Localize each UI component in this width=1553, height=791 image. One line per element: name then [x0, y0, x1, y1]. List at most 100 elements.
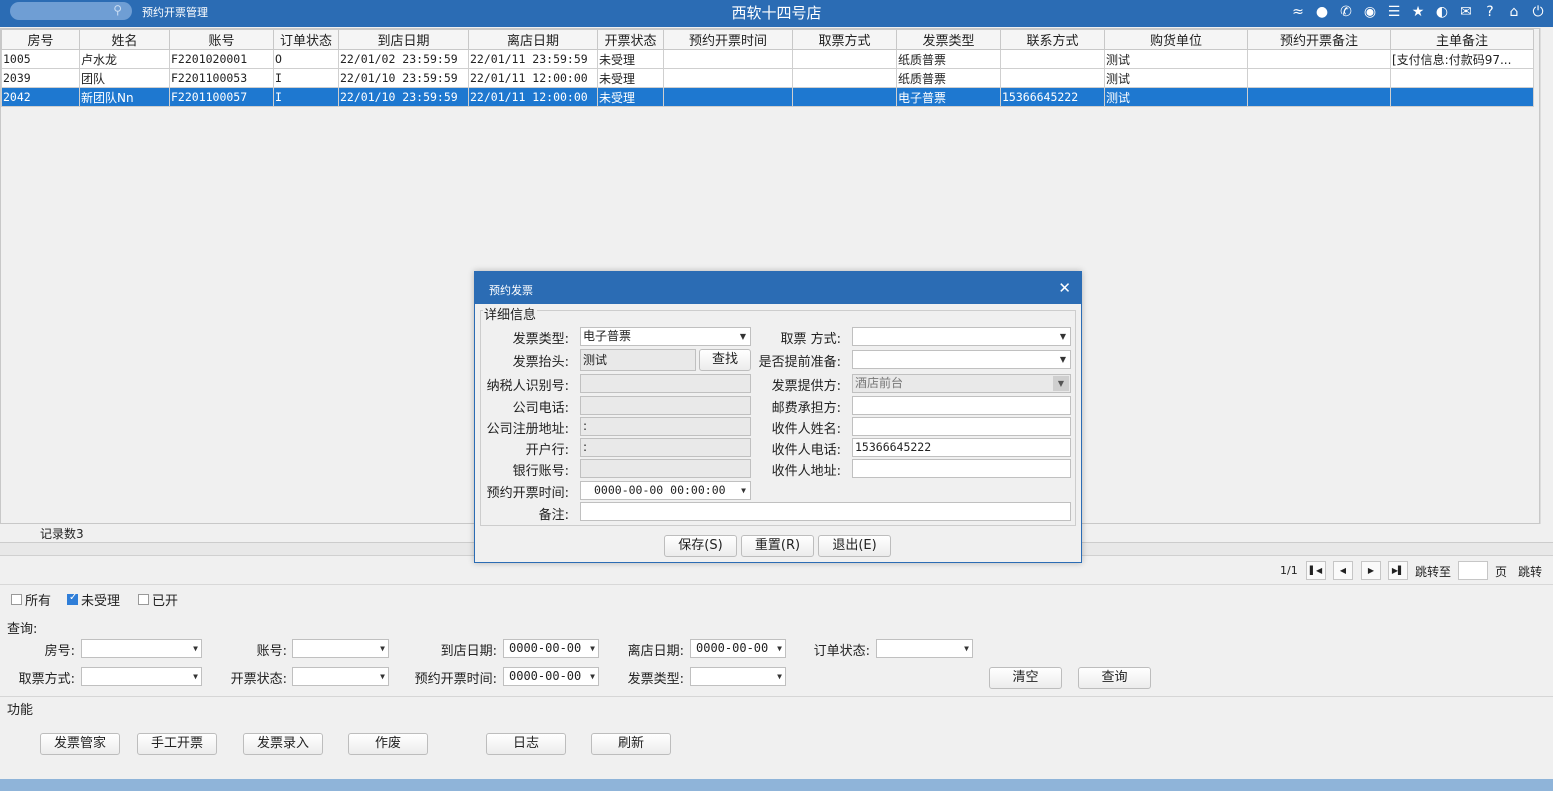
receiver-phone-field[interactable]: 15366645222 [852, 438, 1071, 457]
refresh-button[interactable]: 刷新 [591, 733, 671, 755]
order-status-combo[interactable]: ▼ [876, 639, 973, 658]
help-icon[interactable]: ? [1481, 3, 1499, 21]
exit-button[interactable]: 退出(E) [818, 535, 891, 557]
table-row[interactable]: 2039 团队 F2201100053 I 22/01/10 23:59:59 … [1, 68, 1534, 88]
prev-page-button[interactable]: ◀ [1333, 561, 1353, 580]
last-page-button[interactable]: ▶▌ [1388, 561, 1408, 580]
departure-date-picker[interactable]: 0000-00-00 ▼ [690, 639, 786, 658]
log-button[interactable]: 日志 [486, 733, 566, 755]
company-phone-field[interactable] [580, 396, 751, 415]
clear-button[interactable]: 清空 [989, 667, 1062, 689]
issued-checkbox[interactable] [138, 594, 149, 605]
reset-button[interactable]: 重置(R) [741, 535, 814, 557]
cell-pickup [792, 87, 897, 107]
cell-room: 1005 [1, 49, 80, 69]
chevron-down-icon: ▼ [193, 672, 198, 681]
all-checkbox[interactable] [11, 594, 22, 605]
invoice-entry-button[interactable]: 发票录入 [243, 733, 323, 755]
bank-account-field[interactable] [580, 459, 751, 478]
palette-icon[interactable]: ◉ [1361, 3, 1379, 21]
scheduled-time-value: 0000-00-00 00:00:00 [594, 483, 726, 497]
reg-address-field[interactable]: : [580, 417, 751, 436]
phone-icon[interactable]: ✆ [1337, 3, 1355, 21]
column-header[interactable]: 预约开票时间 [663, 29, 793, 50]
chevron-down-icon: ▼ [964, 644, 969, 653]
contrast-icon[interactable]: ◐ [1433, 3, 1451, 21]
status-strip [0, 779, 1553, 791]
chevron-down-icon: ▼ [380, 672, 385, 681]
taxpayer-id-field[interactable] [580, 374, 751, 393]
invoice-header-field[interactable]: 测试 [580, 349, 696, 371]
cell-main-remark [1390, 68, 1534, 88]
manual-invoice-button[interactable]: 手工开票 [137, 733, 217, 755]
star-icon[interactable]: ★ [1409, 3, 1427, 21]
filter-pending[interactable]: 未受理 [67, 590, 120, 609]
column-header[interactable]: 联系方式 [1000, 29, 1105, 50]
save-button[interactable]: 保存(S) [664, 535, 737, 557]
void-button[interactable]: 作废 [348, 733, 428, 755]
remark-field[interactable] [580, 502, 1071, 521]
menu-icon[interactable]: ☰ [1385, 3, 1403, 21]
column-header[interactable]: 预约开票备注 [1247, 29, 1391, 50]
column-header[interactable]: 发票类型 [896, 29, 1001, 50]
table-row-selected[interactable]: 2042 新团队Nn F2201100057 I 22/01/10 23:59:… [1, 87, 1534, 107]
prepare-ahead-select[interactable]: ▼ [852, 350, 1071, 369]
cell-departure: 22/01/11 12:00:00 [468, 68, 598, 88]
invoice-type-combo[interactable]: ▼ [690, 667, 786, 686]
filter-issued[interactable]: 已开 [138, 590, 178, 609]
cell-buyer: 测试 [1104, 87, 1248, 107]
postage-field[interactable] [852, 396, 1071, 415]
receiver-name-field[interactable] [852, 417, 1071, 436]
first-page-button[interactable]: ▌◀ [1306, 561, 1326, 580]
scheduled-time-label: 预约开票时间: [486, 486, 569, 501]
mail-icon[interactable]: ✉ [1457, 3, 1475, 21]
lookup-button[interactable]: 查找 [699, 349, 751, 371]
column-header[interactable]: 开票状态 [597, 29, 664, 50]
close-icon[interactable]: ✕ [1058, 279, 1071, 297]
home-icon[interactable]: ⌂ [1505, 3, 1523, 21]
jump-button[interactable]: 跳转 [1518, 563, 1542, 580]
invoice-manager-button[interactable]: 发票管家 [40, 733, 120, 755]
scheduled-time-picker[interactable]: 0000-00-00 ▼ [503, 667, 599, 686]
invoice-type-select[interactable]: 电子普票 ▼ [580, 327, 751, 346]
provider-select[interactable]: 酒店前台 ▼ [852, 374, 1071, 393]
search-button[interactable]: 查询 [1078, 667, 1151, 689]
grid-vertical-scrollbar[interactable] [1540, 28, 1553, 524]
receiver-address-field[interactable] [852, 459, 1071, 478]
column-header[interactable]: 到店日期 [338, 29, 469, 50]
cell-room: 2042 [1, 87, 80, 107]
column-header[interactable]: 订单状态 [273, 29, 339, 50]
receiver-phone-value: 15366645222 [855, 440, 932, 454]
wifi-icon[interactable]: ≈ [1289, 3, 1307, 21]
filter-all[interactable]: 所有 [11, 590, 51, 609]
cell-invoice-type: 纸质普票 [896, 68, 1001, 88]
cell-main-remark: [支付信息:付款码97... [1390, 49, 1534, 69]
column-header[interactable]: 账号 [169, 29, 274, 50]
scheduled-time-picker[interactable]: 0000-00-00 00:00:00 ▼ [580, 481, 751, 500]
chat-icon[interactable]: ● [1313, 3, 1331, 21]
next-page-button[interactable]: ▶ [1361, 561, 1381, 580]
column-header[interactable]: 房号 [1, 29, 80, 50]
pickup-method-select[interactable]: ▼ [852, 327, 1071, 346]
cell-invoice-status: 未受理 [597, 49, 664, 69]
column-header[interactable]: 姓名 [79, 29, 170, 50]
account-no-combo[interactable]: ▼ [292, 639, 389, 658]
pending-checkbox[interactable] [67, 592, 78, 605]
cell-scheduled-remark [1247, 87, 1391, 107]
invoice-status-combo[interactable]: ▼ [292, 667, 389, 686]
column-header[interactable]: 取票方式 [792, 29, 897, 50]
power-icon[interactable]: ⏻ [1529, 3, 1547, 21]
page-number-input[interactable] [1458, 561, 1488, 580]
column-header[interactable]: 购货单位 [1104, 29, 1248, 50]
chevron-down-icon: ▼ [741, 486, 746, 495]
bank-field[interactable]: : [580, 438, 751, 457]
departure-date-value: 0000-00-00 [696, 641, 769, 655]
column-header[interactable]: 主单备注 [1390, 29, 1534, 50]
table-row[interactable]: 1005 卢水龙 F2201020001 O 22/01/02 23:59:59… [1, 49, 1534, 69]
column-header[interactable]: 离店日期 [468, 29, 598, 50]
pickup-method-combo[interactable]: ▼ [81, 667, 202, 686]
arrival-date-picker[interactable]: 0000-00-00 ▼ [503, 639, 599, 658]
pending-label: 未受理 [81, 594, 121, 609]
cell-contact [1000, 68, 1105, 88]
room-no-combo[interactable]: ▼ [81, 639, 202, 658]
